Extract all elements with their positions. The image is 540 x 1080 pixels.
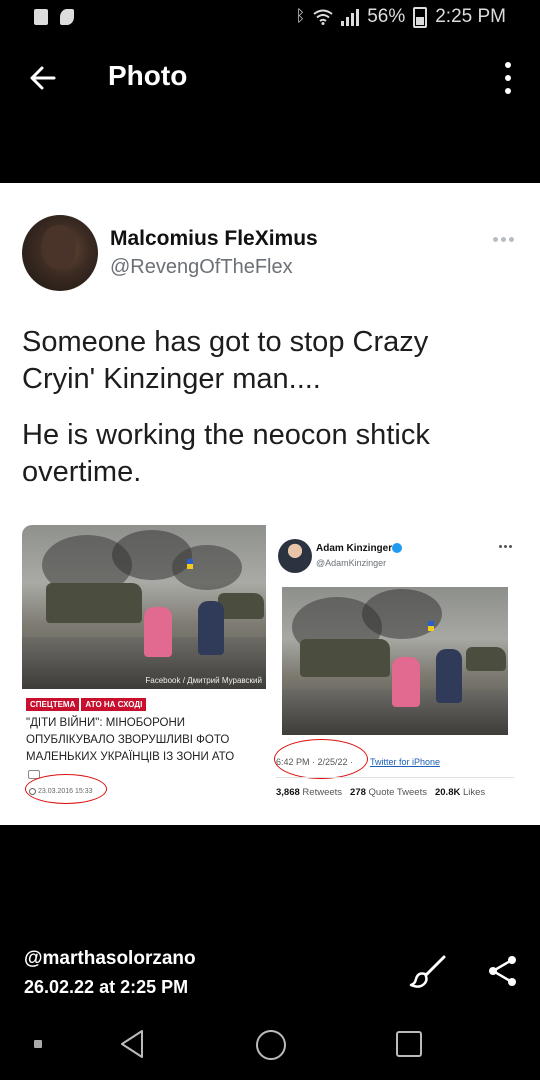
likes-label: Likes [462, 787, 486, 798]
embedded-avatar [278, 539, 312, 573]
embedded-author-handle: @AdamKinzinger [316, 558, 387, 568]
system-icons: ᛒ 56% 2:25 PM [296, 6, 506, 28]
photo-credit: Facebook / Дмитрий Муравский [145, 676, 262, 685]
quotes-count: 278 [350, 787, 366, 798]
retweets-label: Retweets [302, 787, 343, 798]
app-notification-icon [34, 9, 48, 25]
retweets-count: 3,868 [276, 787, 300, 798]
share-icon[interactable] [486, 954, 520, 988]
overflow-menu-icon[interactable] [498, 62, 518, 94]
battery-percent: 56% [367, 6, 406, 27]
embedded-timestamp: 6:42 PM · 2/25/22 · [276, 757, 354, 767]
status-time: 2:25 PM [435, 6, 506, 27]
tweet-more-icon[interactable] [493, 237, 514, 242]
divider [276, 777, 514, 778]
embedded-source-link: Twitter for iPhone [370, 757, 441, 767]
article-headline: "ДІТИ ВІЙНИ": МІНОБОРОНИ ОПУБЛІКУВАЛО ЗВ… [26, 717, 235, 763]
nav-home-icon[interactable] [256, 1030, 286, 1060]
wifi-icon [313, 9, 333, 25]
article-tag: АТО НА СХОДІ [81, 698, 147, 711]
tweet-card: Malcomius FleXimus @RevengOfTheFlex Some… [0, 183, 540, 825]
embedded-photo [282, 587, 508, 735]
notification-icons [34, 9, 74, 25]
embedded-stats: 3,868 Retweets 278 Quote Tweets 20.8K Li… [276, 787, 485, 798]
brush-icon[interactable] [408, 954, 448, 990]
likes-count: 20.8K [434, 787, 461, 798]
credit-username[interactable]: @marthasolorzano [24, 948, 196, 970]
credit-date: 26.02.22 at 2:25 PM [24, 977, 189, 997]
top-app-bar: Photo [0, 50, 540, 106]
status-bar: ᛒ 56% 2:25 PM [0, 0, 540, 36]
nav-recents-icon[interactable] [396, 1031, 422, 1057]
author-name[interactable]: Malcomius FleXimus [110, 227, 318, 251]
signal-icon [341, 8, 360, 26]
nav-back-icon[interactable] [118, 1028, 146, 1060]
page-title: Photo [108, 60, 188, 91]
red-annotation-circle [25, 774, 107, 804]
article-tags: СПЕЦТЕМА АТО НА СХОДІ [26, 698, 147, 711]
bluetooth-icon: ᛒ [295, 8, 306, 25]
tweet-text-line1: Someone has got to stop Crazy Cryin' Kin… [22, 326, 429, 395]
embedded-tweet: Adam Kinzinger @AdamKinzinger 6:42 PM · … [274, 533, 516, 815]
embedded-author-name: Adam Kinzinger [316, 543, 393, 554]
phone-notification-icon [60, 9, 74, 25]
article-photo: Facebook / Дмитрий Муравский [22, 525, 266, 689]
battery-icon [413, 6, 428, 28]
tweet-image[interactable]: Facebook / Дмитрий Муравский СПЕЦТЕМА АТ… [22, 525, 516, 815]
quotes-label: Quote Tweets [368, 787, 427, 798]
author-avatar[interactable] [22, 215, 98, 291]
nav-indicator [34, 1040, 42, 1048]
verified-badge-icon [392, 543, 402, 553]
article-tag: СПЕЦТЕМА [26, 698, 80, 711]
back-arrow-icon[interactable] [24, 58, 64, 98]
embedded-more-icon [499, 545, 512, 548]
tweet-text-line2: He is working the neocon shtick overtime… [22, 419, 430, 488]
author-handle[interactable]: @RevengOfTheFlex [110, 256, 293, 279]
